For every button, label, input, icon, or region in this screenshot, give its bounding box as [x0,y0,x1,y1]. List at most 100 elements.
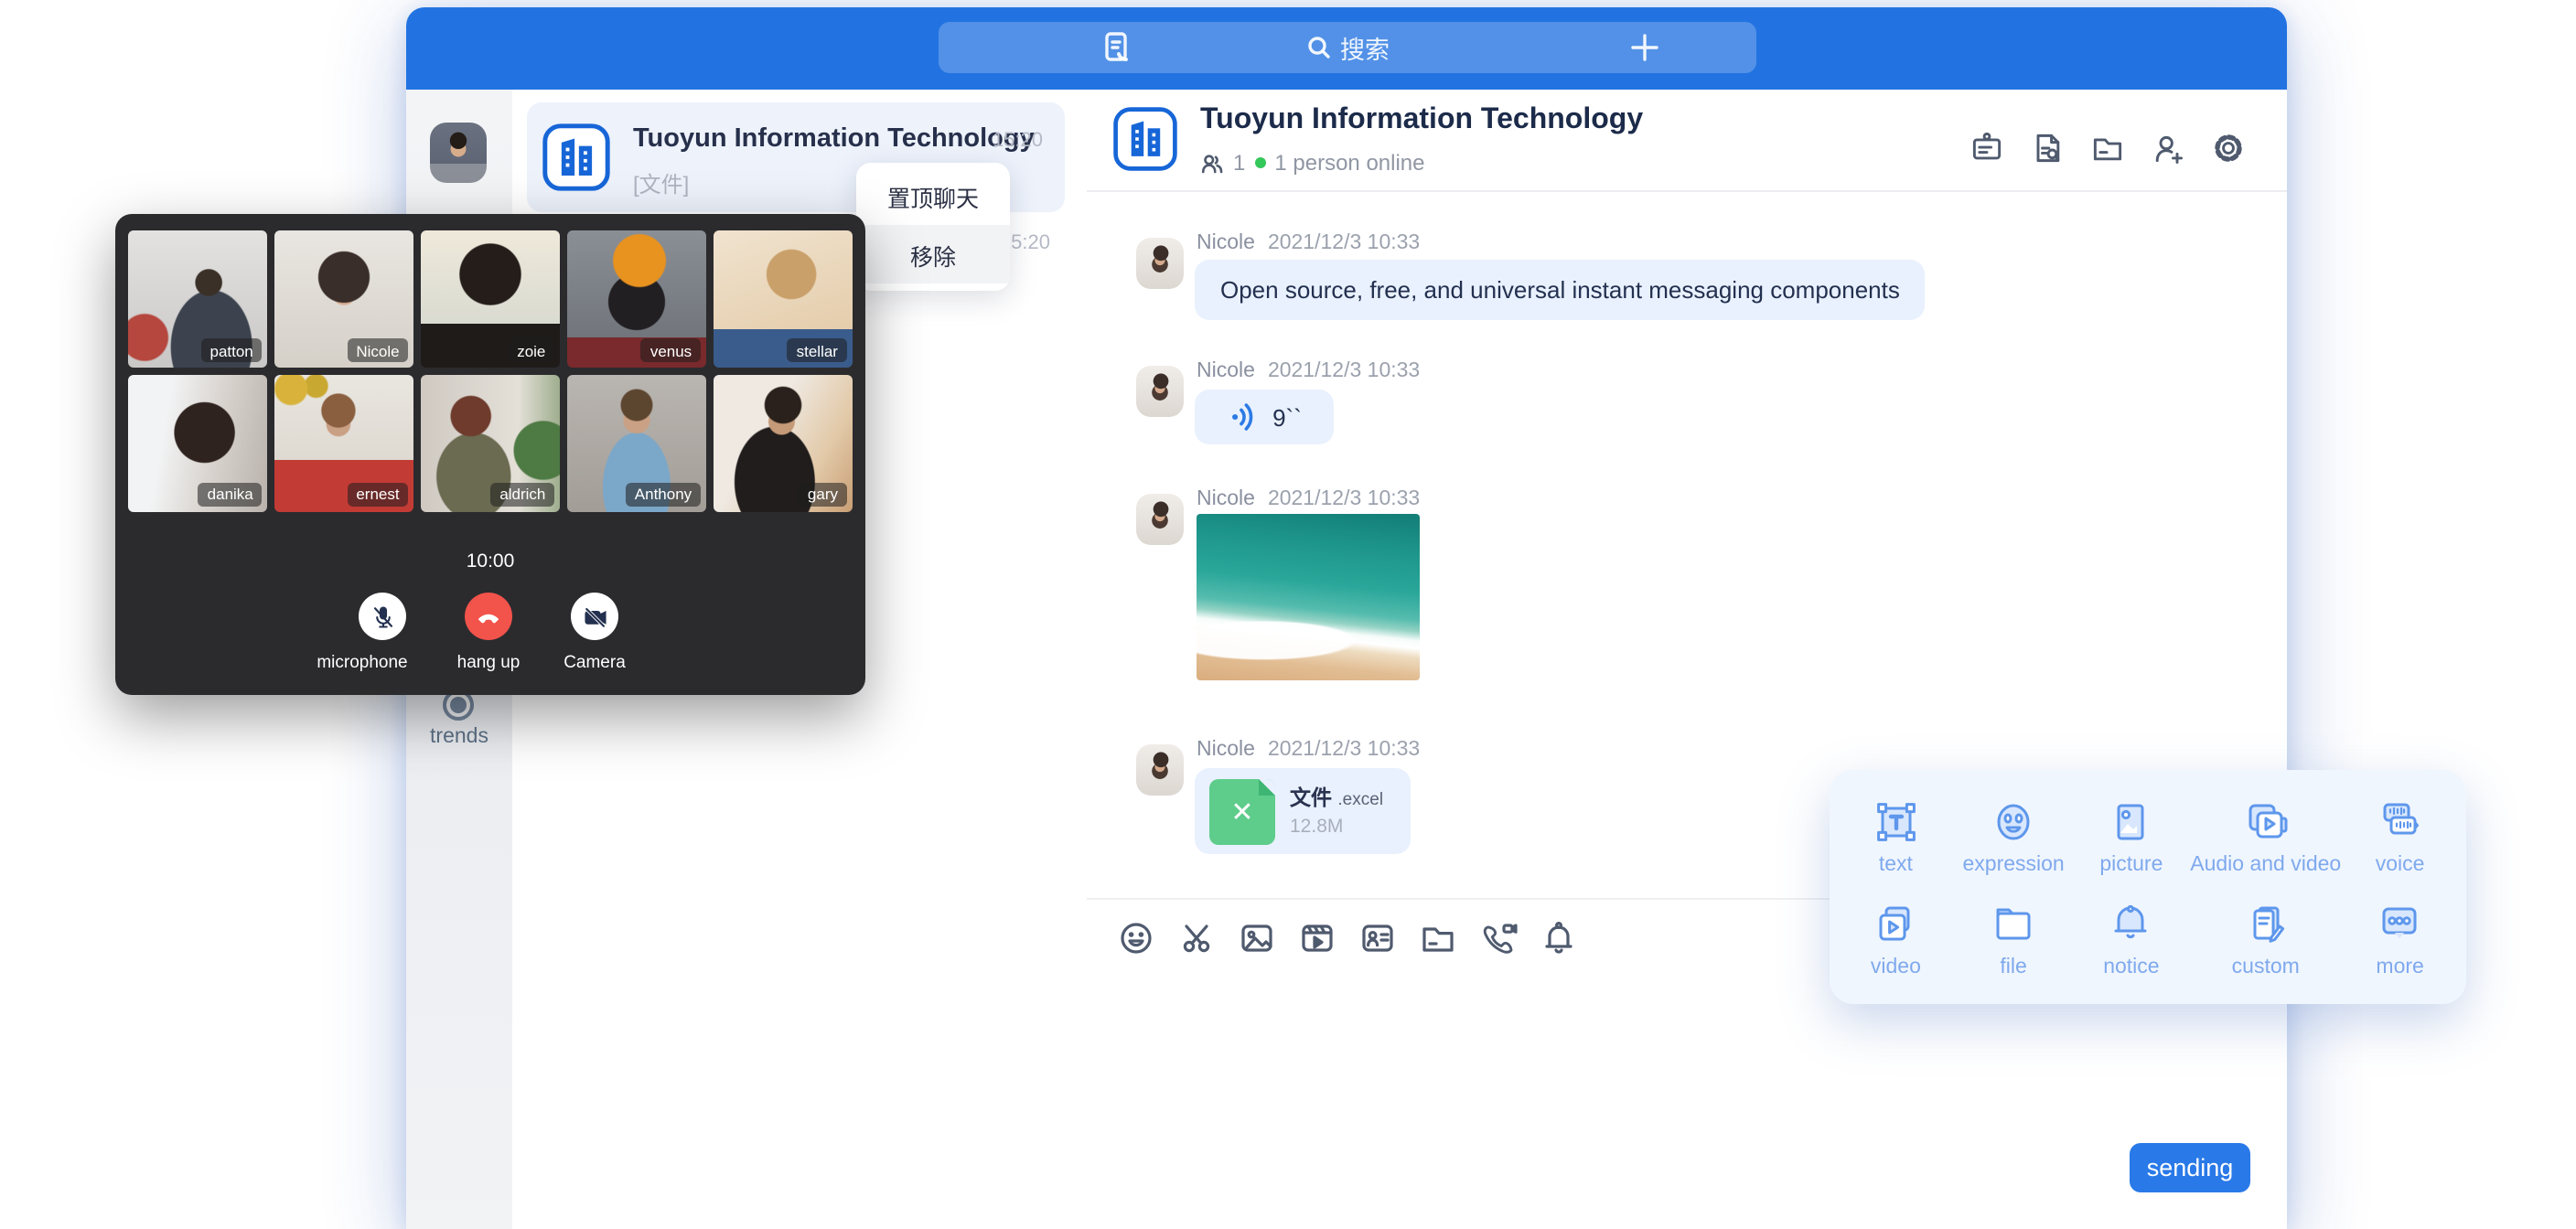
file-folder-icon[interactable] [1418,918,1458,958]
camera-label: Camera [521,653,668,673]
my-avatar[interactable] [430,123,487,183]
trends-label[interactable]: trends [406,726,512,748]
voice-message-bubble[interactable]: 9`` [1195,390,1334,444]
menu-item-pin-chat[interactable]: 置顶聊天 [856,166,1010,225]
group-avatar-icon [542,123,611,192]
participant-tile: stellar [713,230,853,368]
message-meta: Nicole2021/12/3 10:33 [1197,488,1420,510]
message-type-panel: text expression picture [1830,770,2466,1004]
members-icon [1200,151,1224,175]
chat-header: Tuoyun Information Technology 1 1 person… [1087,90,2287,192]
header-actions [1969,130,2247,166]
mic-muted-icon [369,603,396,630]
avatar[interactable] [1136,744,1184,796]
send-button[interactable]: sending [2130,1143,2250,1192]
participant-name: zoie [508,338,554,362]
attach-custom[interactable]: custom [2190,887,2341,989]
participant-tile: gary [713,374,853,511]
video-clip-icon[interactable] [1297,918,1337,958]
sender-name: Nicole [1197,232,1255,254]
search-icon [1305,35,1331,60]
notice-icon [2107,899,2156,948]
menu-item-remove[interactable]: 移除 [856,225,1010,283]
attach-text[interactable]: text [1837,785,1955,887]
text-message-bubble[interactable]: Open source, free, and universal instant… [1195,260,1926,320]
chat-title: Tuoyun Information Technology [1200,104,1643,137]
image-message-beach-photo[interactable] [1197,514,1420,680]
attach-voice[interactable]: voice [2341,785,2459,887]
history-search-icon[interactable] [2029,130,2066,166]
folder-icon[interactable] [2089,130,2126,166]
participant-name: ernest [347,482,408,506]
file-icon [1989,899,2038,948]
search-field[interactable]: 搜索 [1305,29,1390,66]
participant-name: Anthony [626,482,701,506]
sender-name: Nicole [1197,488,1255,510]
participant-name: aldrich [490,482,554,506]
attach-expression[interactable]: expression [1955,785,2073,887]
image-icon[interactable] [1237,918,1277,958]
attach-audio-video[interactable]: Audio and video [2190,785,2341,887]
participant-grid: patton Nicole zoie venus stellar danika … [128,230,853,511]
input-toolbar [1116,918,1579,958]
avatar[interactable] [1136,494,1184,545]
file-message-bubble[interactable]: ✕ 文件 .excel 12.8M [1195,768,1411,854]
sender-name: Nicole [1197,360,1255,382]
microphone-label: microphone [289,653,435,673]
microphone-button[interactable] [359,593,406,640]
file-size: 12.8M [1290,816,1343,838]
participant-tile: ernest [274,374,414,511]
avatar[interactable] [1136,238,1184,289]
voice-duration: 9`` [1272,403,1302,431]
camera-button[interactable] [571,593,618,640]
settings-icon[interactable] [2210,130,2247,166]
message-time: 2021/12/3 10:33 [1268,739,1420,761]
participant-tile: Nicole [274,230,414,368]
top-bar: 搜索 [406,7,2287,90]
participant-name: gary [799,482,847,506]
attach-notice[interactable]: notice [2073,887,2191,989]
online-dot [1254,157,1265,168]
avatar[interactable] [1136,366,1184,417]
add-member-icon[interactable] [2150,130,2186,166]
participant-tile: danika [128,374,268,511]
online-status: 1 person online [1274,150,1424,176]
video-call-icon[interactable] [1478,918,1519,958]
conversation-time: 15:20 [993,130,1043,152]
camera-muted-icon [581,603,608,630]
call-list-icon[interactable] [1092,29,1140,66]
call-timer: 10:00 [115,550,865,572]
member-count: 1 [1233,150,1245,176]
board-icon[interactable] [1969,130,2005,166]
emoji-icon[interactable] [1116,918,1156,958]
context-menu: 置顶聊天 移除 [856,163,1010,291]
participant-name: danika [199,482,263,506]
file-ext: .excel [1337,790,1383,810]
video-icon [1871,899,1920,948]
participant-tile: Anthony [566,374,706,511]
message-meta: Nicole2021/12/3 10:33 [1197,739,1420,761]
attach-video[interactable]: video [1837,887,1955,989]
attach-more[interactable]: more [2341,887,2459,989]
notice-bell-icon[interactable] [1539,918,1579,958]
participant-name: patton [201,338,263,362]
participant-tile: venus [566,230,706,368]
conversation-title: Tuoyun Information Technology [633,124,1035,154]
attach-picture[interactable]: picture [2073,785,2191,887]
more-icon [2376,899,2425,948]
attach-file[interactable]: file [1955,887,2073,989]
excel-file-icon: ✕ [1209,779,1275,845]
group-avatar-icon [1112,106,1178,172]
text-icon [1871,796,1920,846]
plus-icon[interactable] [1621,29,1669,66]
search-bar[interactable]: 搜索 [939,22,1756,73]
screenshot-icon[interactable] [1176,918,1217,958]
message-time: 2021/12/3 10:33 [1268,232,1420,254]
hang-up-button[interactable] [465,593,512,640]
message-time: 2021/12/3 10:33 [1268,360,1420,382]
chat-main: Tuoyun Information Technology 1 1 person… [1087,90,2287,1229]
participant-tile: aldrich [421,374,561,511]
voice-icon [2376,796,2425,846]
participant-name: stellar [788,338,847,362]
contact-card-icon[interactable] [1358,918,1398,958]
